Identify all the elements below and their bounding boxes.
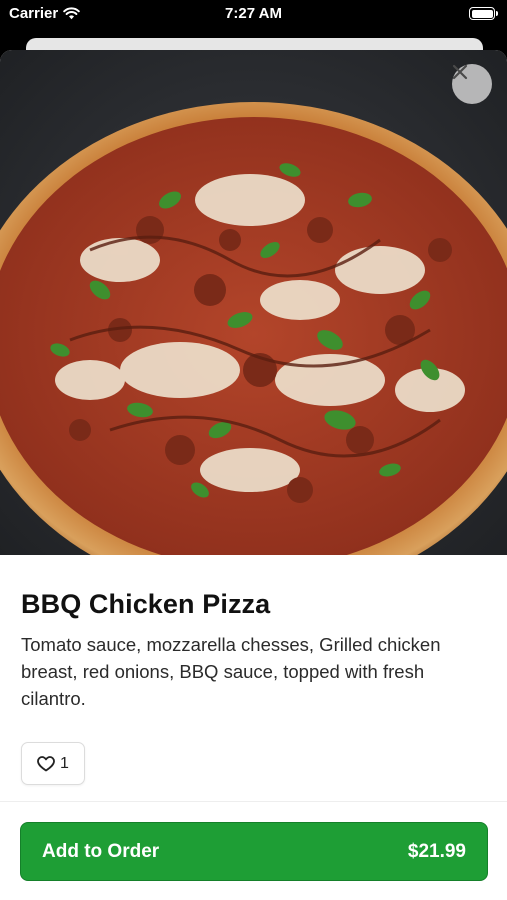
item-title: BBQ Chicken Pizza: [21, 589, 271, 619]
item-photo: [0, 50, 507, 555]
like-button[interactable]: 1: [21, 742, 85, 785]
close-button[interactable]: [452, 64, 492, 104]
add-to-order-button[interactable]: Add to Order $21.99: [20, 822, 488, 881]
item-description: Tomato sauce, mozzarella chesses, Grille…: [21, 634, 441, 709]
heart-icon: [37, 755, 55, 771]
order-price: $21.99: [407, 840, 466, 862]
order-footer: Add to Order $21.99: [0, 801, 507, 900]
like-count: 1: [60, 754, 69, 772]
item-detail-sheet: BBQ Chicken Pizza Tomato sauce, mozzarel…: [0, 50, 507, 900]
battery-icon: [469, 7, 498, 20]
close-icon: [452, 64, 468, 80]
item-info: BBQ Chicken Pizza Tomato sauce, mozzarel…: [0, 589, 507, 785]
add-to-order-label: Add to Order: [42, 840, 160, 862]
pizza-image: [0, 102, 507, 555]
status-bar: Carrier 7:27 AM: [0, 0, 507, 30]
status-time: 7:27 AM: [225, 5, 282, 22]
